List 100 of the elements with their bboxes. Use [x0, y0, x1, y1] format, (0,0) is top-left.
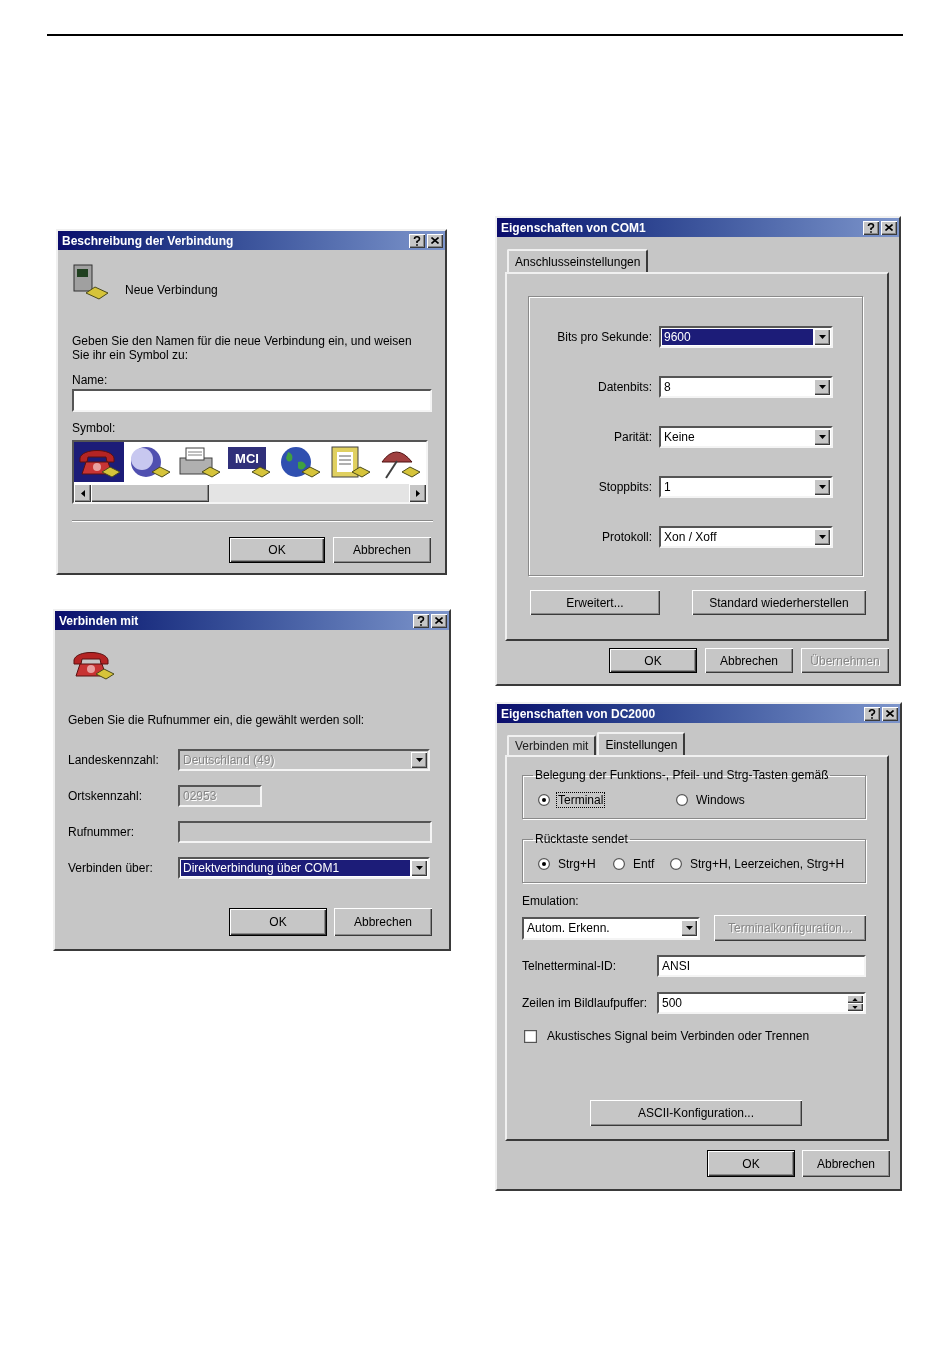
- radio-option[interactable]: Strg+H, Leerzeichen, Strg+H: [670, 857, 846, 871]
- field-value: ANSI: [661, 958, 691, 974]
- field-label: Zeilen im Bildlaufpuffer:: [522, 996, 648, 1010]
- dropdown-field[interactable]: Keine: [659, 426, 833, 448]
- close-button[interactable]: [427, 233, 443, 248]
- close-icon: [431, 237, 439, 244]
- close-button[interactable]: [431, 613, 447, 628]
- dropdown-field[interactable]: 9600: [659, 326, 833, 348]
- restore-defaults-button[interactable]: Standard wiederherstellen: [692, 590, 866, 615]
- caret-down-icon: [415, 866, 423, 870]
- group-label: Belegung der Funktions-, Pfeil- und Strg-Tasten gemäß: [534, 768, 830, 782]
- caret-down-icon: [818, 535, 826, 539]
- field-label: Landeskennzahl:: [68, 753, 159, 767]
- window-title: Eigenschaften von DC2000: [501, 707, 656, 720]
- field-value: Keine: [663, 429, 696, 445]
- symbol-list[interactable]: MCI: [72, 440, 428, 504]
- caret-down-icon: [415, 758, 423, 762]
- field-value: Autom. Erkenn.: [526, 920, 611, 937]
- cancel-button[interactable]: Abbrechen: [334, 908, 432, 936]
- caret-down-icon: [852, 1005, 858, 1009]
- name-label: Name:: [72, 373, 108, 387]
- close-button[interactable]: [882, 706, 898, 721]
- window-title: Verbinden mit: [59, 614, 139, 627]
- spinner-field[interactable]: 500: [657, 992, 866, 1014]
- dropdown-field[interactable]: Direktverbindung über COM1: [178, 857, 430, 879]
- help-icon: [417, 615, 425, 626]
- text-field[interactable]: ANSI: [657, 955, 866, 977]
- dropdown-field[interactable]: 1: [659, 476, 833, 498]
- help-button[interactable]: [409, 233, 425, 248]
- caret-down-icon: [818, 335, 826, 339]
- help-button[interactable]: [413, 613, 429, 628]
- caret-down-icon: [818, 435, 826, 439]
- radio-option[interactable]: Strg+H: [538, 857, 613, 871]
- caret-right-icon: [415, 489, 420, 497]
- tab[interactable]: Einstellungen: [597, 732, 686, 755]
- cancel-button[interactable]: Abbrechen: [705, 648, 793, 673]
- close-icon: [886, 710, 894, 717]
- field-label: Bits pro Sekunde:: [557, 330, 652, 344]
- computer-icon: [70, 263, 110, 301]
- symbol-label: Symbol:: [72, 421, 116, 435]
- field-label: Datenbits:: [597, 380, 652, 394]
- dropdown-button[interactable]: [814, 479, 830, 495]
- field-value: 8: [663, 379, 672, 395]
- radio-option[interactable]: Windows: [676, 793, 746, 807]
- dropdown-button[interactable]: [814, 529, 830, 545]
- field-value: 9600: [662, 329, 813, 345]
- logo-text: MCI: [235, 451, 259, 466]
- field-label: Telnetterminal-ID:: [522, 959, 617, 973]
- dropdown-button[interactable]: [814, 379, 830, 395]
- scroll-right-button[interactable]: [409, 484, 426, 502]
- spin-up-button[interactable]: [847, 995, 863, 1003]
- window-title: Eigenschaften von COM1: [501, 221, 646, 234]
- scroll-thumb[interactable]: [91, 484, 209, 502]
- dropdown-field[interactable]: Xon / Xoff: [659, 526, 833, 548]
- field-label: Rufnummer:: [68, 825, 135, 839]
- field-label: Stoppbits:: [598, 480, 652, 494]
- dropdown-button[interactable]: [814, 329, 830, 345]
- field-label: Verbinden über:: [68, 861, 153, 875]
- checkbox-option[interactable]: Akustisches Signal beim Verbinden oder Trennen: [524, 1029, 810, 1043]
- telephone-icon[interactable]: [74, 442, 124, 482]
- caret-down-icon: [818, 385, 826, 389]
- field-value: 1: [663, 479, 672, 495]
- ok-button[interactable]: OK: [229, 908, 327, 936]
- dropdown-button[interactable]: [411, 860, 427, 876]
- help-icon: [867, 222, 875, 233]
- field-value: Xon / Xoff: [663, 529, 718, 545]
- instruction-text: Geben Sie die Rufnummer ein, die gewählt werden soll:: [68, 713, 365, 727]
- caret-down-icon: [685, 926, 693, 930]
- field-label: Protokoll:: [601, 530, 652, 544]
- scroll-left-button[interactable]: [74, 484, 91, 502]
- radio-option[interactable]: Entf: [613, 857, 670, 871]
- cancel-button[interactable]: Abbrechen: [802, 1150, 890, 1177]
- field-label: Ortskennzahl:: [68, 789, 143, 803]
- close-icon: [435, 617, 443, 624]
- help-button[interactable]: [863, 220, 879, 235]
- cancel-button[interactable]: Abbrechen: [333, 537, 431, 563]
- spin-down-button[interactable]: [847, 1003, 863, 1011]
- radio-option[interactable]: Terminal: [538, 793, 676, 807]
- close-button[interactable]: [881, 220, 897, 235]
- tab[interactable]: Anschlusseinstellungen: [507, 249, 649, 272]
- field-value: Direktverbindung über COM1: [181, 860, 410, 876]
- field-value: Deutschland (49): [182, 752, 276, 768]
- field-value: 02953: [182, 788, 218, 804]
- caret-up-icon: [852, 997, 858, 1001]
- ok-button[interactable]: OK: [229, 537, 325, 563]
- dropdown-button[interactable]: [814, 429, 830, 445]
- advanced-button[interactable]: Erweitert...: [530, 590, 660, 615]
- dropdown-button[interactable]: [681, 920, 697, 936]
- close-icon: [885, 224, 893, 231]
- help-icon: [868, 708, 876, 719]
- ascii-config-button[interactable]: ASCII-Konfiguration...: [590, 1100, 802, 1126]
- dropdown-field[interactable]: Autom. Erkenn.: [522, 916, 700, 940]
- dropdown-field[interactable]: 8: [659, 376, 833, 398]
- help-button[interactable]: [864, 706, 880, 721]
- scrollbar[interactable]: [74, 484, 426, 502]
- name-input[interactable]: [72, 389, 432, 412]
- ok-button[interactable]: OK: [609, 648, 697, 673]
- tab[interactable]: Verbinden mit: [507, 735, 597, 755]
- emulation-label: Emulation:: [522, 894, 579, 908]
- ok-button[interactable]: OK: [707, 1150, 795, 1177]
